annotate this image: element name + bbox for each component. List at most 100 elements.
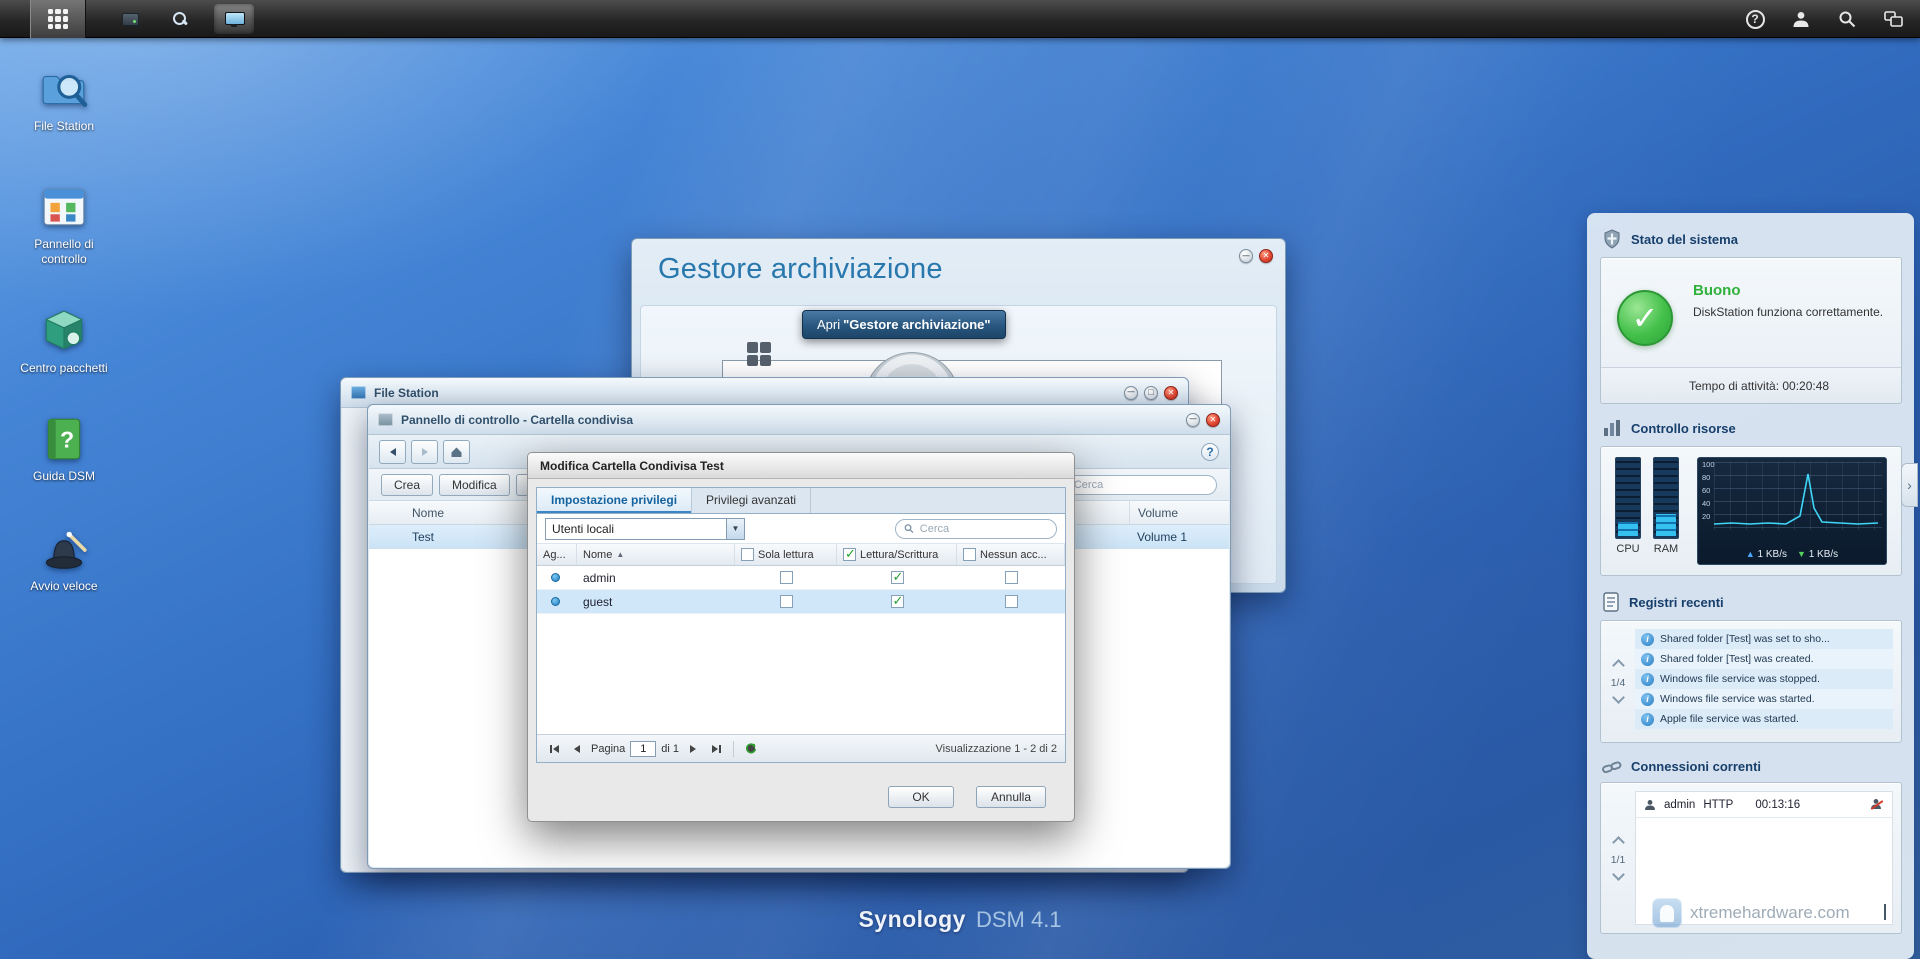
search-icon — [904, 523, 914, 534]
log-list: Shared folder [Test] was set to sho... S… — [1635, 629, 1893, 734]
status-ok-icon — [1617, 290, 1673, 346]
privileges-panel: Utenti locali Ag... Nome▲ Sola lettura L… — [536, 513, 1066, 763]
main-menu-button[interactable] — [30, 0, 86, 38]
minimize-button[interactable] — [1239, 249, 1253, 263]
ok-button[interactable]: OK — [888, 786, 954, 808]
help-button[interactable]: ? — [1201, 443, 1219, 461]
read-write-checkbox[interactable] — [891, 571, 904, 584]
status-value: Buono — [1693, 282, 1740, 299]
read-write-header-checkbox[interactable] — [843, 548, 856, 561]
close-button[interactable] — [1164, 386, 1178, 400]
close-button[interactable] — [1259, 249, 1273, 263]
desktop-icon-dsm-help[interactable]: ? Guida DSM — [14, 414, 114, 484]
dialog-title[interactable]: Modifica Cartella Condivisa Test — [528, 453, 1074, 479]
search-input[interactable] — [1074, 479, 1208, 491]
desktop-icon-file-station[interactable]: File Station — [14, 64, 114, 134]
control-panel-title-bar[interactable]: Pannello di controllo - Cartella condivi… — [368, 405, 1230, 435]
desktop-icon-quick-start[interactable]: Avvio veloce — [14, 524, 114, 594]
read-only-checkbox[interactable] — [780, 571, 793, 584]
log-entry[interactable]: Windows file service was stopped. — [1635, 669, 1893, 689]
tab-privileges-setup[interactable]: Impostazione privilegi — [537, 488, 692, 513]
pagination-summary: Visualizzazione 1 - 2 di 2 — [936, 743, 1057, 755]
connections-pager: 1/1 — [1601, 783, 1635, 933]
no-access-checkbox[interactable] — [1005, 571, 1018, 584]
minimize-button[interactable] — [1124, 386, 1138, 400]
tooltip-target: "Gestore archiviazione" — [843, 317, 990, 332]
log-entry[interactable]: Shared folder [Test] was set to sho... — [1635, 629, 1893, 649]
help-button[interactable]: ? — [1742, 6, 1768, 32]
user-scope-select[interactable]: Utenti locali — [545, 518, 745, 540]
log-entry[interactable]: Apple file service was started. — [1635, 709, 1893, 729]
watermark-text: xtremehardware.com — [1690, 903, 1850, 923]
refresh-button[interactable] — [742, 740, 760, 758]
home-button[interactable] — [443, 440, 470, 464]
search-icon — [1838, 10, 1856, 28]
main-menu-grid-icon — [48, 9, 69, 30]
package-center-icon — [39, 306, 89, 356]
no-access-header-checkbox[interactable] — [963, 548, 976, 561]
page-down-icon[interactable] — [1612, 868, 1625, 881]
storage-manager-title: Gestore archiviazione — [658, 253, 943, 286]
page-down-icon[interactable] — [1612, 691, 1625, 704]
tab-advanced-privileges[interactable]: Privilegi avanzati — [692, 488, 811, 513]
read-only-checkbox[interactable] — [780, 595, 793, 608]
next-page-button[interactable] — [684, 740, 702, 758]
sort-asc-icon: ▲ — [616, 550, 624, 559]
expand-connections-chevron[interactable] — [1884, 906, 1886, 920]
user-status-dot — [551, 573, 560, 582]
first-page-button[interactable] — [545, 740, 563, 758]
create-button[interactable]: Crea — [381, 474, 433, 496]
chevron-down-icon[interactable] — [726, 519, 744, 539]
taskbar-app-control-panel[interactable] — [214, 4, 254, 34]
panel-expand-chevron[interactable]: › — [1901, 463, 1918, 507]
forward-button[interactable] — [411, 440, 438, 464]
ram-label: RAM — [1653, 543, 1679, 555]
modify-button[interactable]: Modifica — [439, 474, 510, 496]
read-only-header-checkbox[interactable] — [741, 548, 754, 561]
close-button[interactable] — [1206, 413, 1220, 427]
disconnect-user-icon[interactable] — [1870, 798, 1884, 812]
back-button[interactable] — [379, 440, 406, 464]
taskbar-app-file-station[interactable] — [160, 4, 200, 34]
connection-row[interactable]: admin HTTP 00:13:16 — [1636, 792, 1892, 818]
search-input[interactable] — [920, 523, 1048, 535]
desktop-icon-control-panel[interactable]: Pannello di controllo — [14, 182, 114, 267]
privileges-table-header: Ag... Nome▲ Sola lettura Lettura/Scrittu… — [537, 544, 1065, 566]
log-entry[interactable]: Windows file service was started. — [1635, 689, 1893, 709]
taskbar-app-storage-manager[interactable] — [110, 4, 150, 34]
privilege-row-guest[interactable]: guest — [537, 590, 1065, 614]
column-volume[interactable]: Volume — [1129, 501, 1229, 524]
cpu-meter — [1615, 457, 1641, 539]
no-access-checkbox[interactable] — [1005, 595, 1018, 608]
prev-page-button[interactable] — [568, 740, 586, 758]
dsm-version: DSM 4.1 — [976, 907, 1062, 932]
network-throughput-line — [1714, 462, 1878, 530]
page-up-icon[interactable] — [1612, 836, 1625, 849]
dialog-tabs: Impostazione privilegi Privilegi avanzat… — [536, 487, 1066, 513]
resource-monitor-header: Controllo risorse — [1602, 418, 1902, 438]
search-button[interactable] — [1834, 6, 1860, 32]
last-page-button[interactable] — [707, 740, 725, 758]
privilege-row-admin[interactable]: admin — [537, 566, 1065, 590]
page-input[interactable] — [630, 741, 656, 757]
column-no-access[interactable]: Nessun acc... — [957, 544, 1065, 565]
log-entry[interactable]: Shared folder [Test] was created. — [1635, 649, 1893, 669]
info-icon — [1641, 713, 1654, 726]
cancel-button[interactable]: Annulla — [976, 786, 1046, 808]
column-read-write[interactable]: Lettura/Scrittura — [837, 544, 957, 565]
pilot-button[interactable] — [1144, 386, 1158, 400]
user-menu-button[interactable] — [1788, 6, 1814, 32]
minimize-button[interactable] — [1186, 413, 1200, 427]
log-document-icon — [1602, 592, 1620, 612]
column-aggiungi[interactable]: Ag... — [537, 544, 577, 565]
column-nome[interactable]: Nome▲ — [577, 544, 735, 565]
desktop-icon-label: Avvio veloce — [14, 579, 114, 594]
page-up-icon[interactable] — [1612, 659, 1625, 672]
dialog-search[interactable] — [895, 519, 1057, 539]
desktop-icon-label: Guida DSM — [14, 469, 114, 484]
link-icon — [1602, 760, 1622, 774]
read-write-checkbox[interactable] — [891, 595, 904, 608]
column-read-only[interactable]: Sola lettura — [735, 544, 837, 565]
pilot-view-button[interactable] — [1880, 6, 1906, 32]
desktop-icon-package-center[interactable]: Centro pacchetti — [14, 306, 114, 376]
